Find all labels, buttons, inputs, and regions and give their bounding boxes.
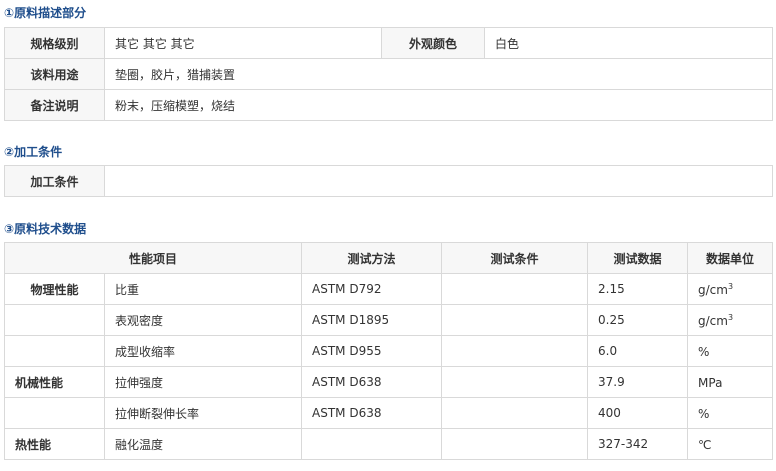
method-cell	[301, 428, 443, 460]
unit-superscript: 3	[727, 312, 734, 322]
raw-material-table: 规格级别 其它 其它 其它 外观颜色 白色 该料用途 垫圈，胶片，猎捕装置 备注…	[4, 27, 773, 121]
property-cell: 比重	[103, 273, 303, 305]
condition-cell	[441, 428, 589, 460]
unit-cell: g/cm3	[687, 273, 774, 305]
table-row: 物理性能 比重 ASTM D792 2.15 g/cm3	[4, 273, 774, 305]
method-cell: ASTM D1895	[301, 304, 443, 336]
data-cell: 327-342	[587, 428, 689, 460]
header-condition: 测试条件	[441, 242, 589, 274]
property-cell: 融化温度	[103, 428, 303, 460]
header-method: 测试方法	[301, 242, 443, 274]
category-cell	[4, 397, 105, 429]
appearance-color-value: 白色	[484, 27, 773, 59]
unit-base: g/cm	[698, 282, 728, 297]
unit-base: %	[698, 406, 710, 421]
method-cell: ASTM D955	[301, 335, 443, 367]
spec-grade-value: 其它 其它 其它	[104, 27, 382, 59]
header-data: 测试数据	[587, 242, 689, 274]
method-cell: ASTM D792	[301, 273, 443, 305]
processing-value	[104, 165, 773, 197]
spec-grade-label: 规格级别	[4, 27, 105, 59]
property-cell: 拉伸强度	[103, 366, 303, 398]
remarks-value: 粉末，压缩模塑，烧结	[104, 89, 773, 121]
usage-value: 垫圈，胶片，猎捕装置	[104, 58, 773, 90]
data-cell: 37.9	[587, 366, 689, 398]
section-title-processing: ②加工条件	[4, 145, 63, 159]
usage-label: 该料用途	[4, 58, 105, 90]
appearance-color-label: 外观颜色	[381, 27, 485, 59]
table-row: 规格级别 其它 其它 其它 外观颜色 白色	[4, 27, 773, 59]
unit-base: ℃	[698, 437, 712, 452]
remarks-label: 备注说明	[4, 89, 105, 121]
header-property: 性能项目	[3, 242, 303, 274]
table-row: 成型收缩率 ASTM D955 6.0%	[4, 335, 774, 367]
data-cell: 2.15	[587, 273, 689, 305]
unit-cell: %	[687, 335, 774, 367]
condition-cell	[441, 335, 589, 367]
processing-table: 加工条件	[4, 165, 773, 197]
unit-cell: ℃	[687, 428, 774, 460]
category-cell: 热性能	[4, 428, 105, 460]
category-cell: 物理性能	[4, 273, 105, 305]
unit-cell: MPa	[687, 366, 774, 398]
category-cell: 机械性能	[4, 366, 105, 398]
unit-cell: g/cm3	[687, 304, 774, 336]
property-cell: 成型收缩率	[103, 335, 303, 367]
table-row: 该料用途 垫圈，胶片，猎捕装置	[4, 58, 773, 90]
table-row: 加工条件	[4, 165, 773, 197]
header-unit: 数据单位	[687, 242, 774, 274]
condition-cell	[441, 366, 589, 398]
category-cell	[4, 304, 105, 336]
condition-cell	[441, 304, 589, 336]
technical-data-table: 性能项目 测试方法 测试条件 测试数据 数据单位 物理性能 比重 ASTM D792…	[3, 242, 774, 460]
table-row: 拉伸断裂伸长率 ASTM D638 400%	[4, 397, 774, 429]
data-cell: 6.0	[587, 335, 689, 367]
data-cell: 400	[587, 397, 689, 429]
table-row: 备注说明 粉末，压缩模塑，烧结	[4, 89, 773, 121]
method-cell: ASTM D638	[301, 366, 443, 398]
processing-label: 加工条件	[4, 165, 105, 197]
unit-base: g/cm	[698, 313, 728, 328]
unit-superscript: 3	[727, 281, 734, 291]
table-row: 热性能 融化温度 327-342 ℃	[4, 428, 774, 460]
condition-cell	[441, 397, 589, 429]
unit-base: MPa	[698, 375, 723, 390]
category-cell	[4, 335, 105, 367]
unit-cell: %	[687, 397, 774, 429]
table-row: 表观密度 ASTM D1895 0.25 g/cm3	[4, 304, 774, 336]
table-row: 机械性能 拉伸强度 ASTM D638 37.9 MPa	[4, 366, 774, 398]
section-title-technical-data: ③原料技术数据	[4, 222, 87, 236]
unit-base: %	[698, 344, 710, 359]
condition-cell	[441, 273, 589, 305]
property-cell: 拉伸断裂伸长率	[103, 397, 303, 429]
section-title-raw-material: ①原料描述部分	[4, 6, 87, 20]
property-cell: 表观密度	[103, 304, 303, 336]
data-cell: 0.25	[587, 304, 689, 336]
method-cell: ASTM D638	[301, 397, 443, 429]
table-header-row: 性能项目 测试方法 测试条件 测试数据 数据单位	[3, 242, 774, 274]
